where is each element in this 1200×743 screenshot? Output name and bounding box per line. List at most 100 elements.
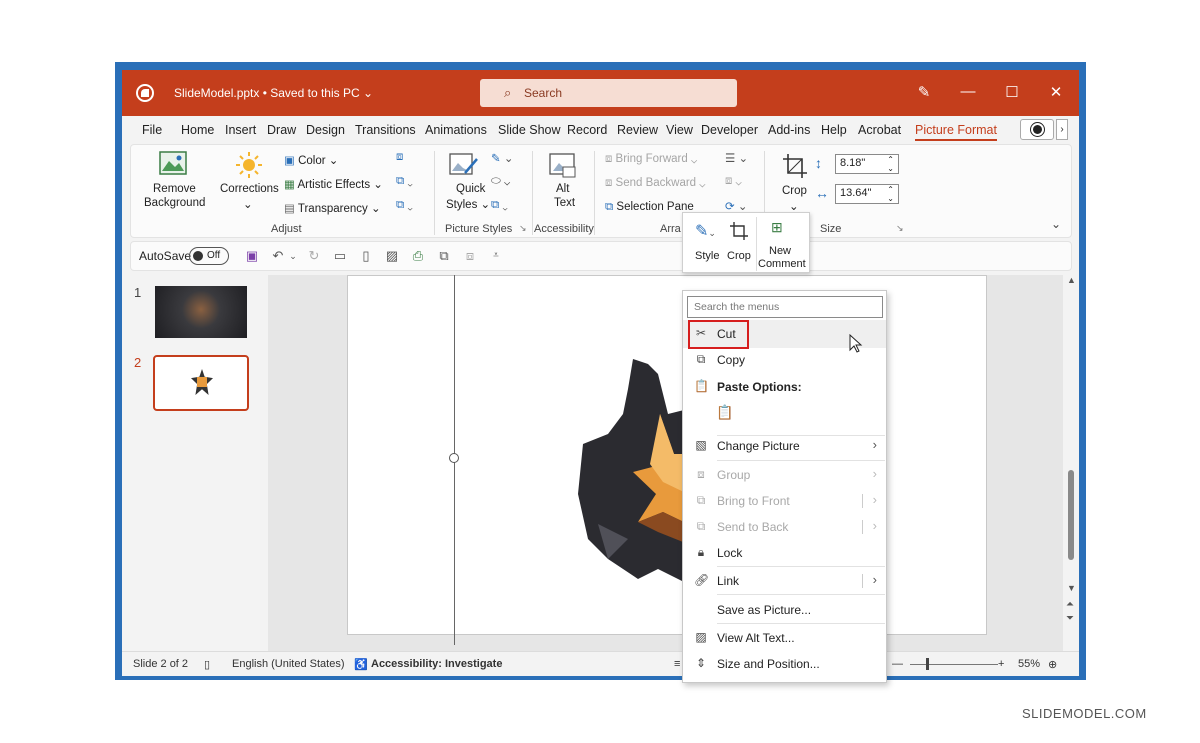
new-comment-icon[interactable]: ⊞ bbox=[771, 219, 783, 236]
tab-draw[interactable]: Draw bbox=[267, 123, 296, 137]
style-icon[interactable]: ✎⌄ bbox=[695, 221, 716, 241]
language-status[interactable]: English (United States) bbox=[232, 658, 345, 670]
alt-text-label-1[interactable]: Alt bbox=[556, 183, 569, 195]
minimize-button[interactable]: — bbox=[958, 83, 978, 100]
crop-icon[interactable] bbox=[729, 221, 749, 241]
menu-item-lock[interactable]: 🔒︎ Lock bbox=[682, 540, 885, 566]
align-icon[interactable]: ☰ ⌄ bbox=[725, 151, 748, 165]
zoom-slider[interactable] bbox=[910, 664, 998, 665]
picture-effects-icon[interactable]: ⬭ ⌄ bbox=[491, 175, 510, 188]
send-backward-button[interactable]: ⧈ Send Backward ⌄ bbox=[605, 177, 705, 190]
menu-item-send-to-back[interactable]: ⧉ Send to Back › bbox=[682, 514, 885, 540]
record-button[interactable] bbox=[1020, 119, 1054, 140]
zoom-in-button[interactable]: + bbox=[998, 658, 1004, 670]
accessibility-status[interactable]: Accessibility: Investigate bbox=[371, 658, 502, 670]
zoom-slider-thumb[interactable] bbox=[926, 658, 929, 670]
menu-item-group[interactable]: ⧈ Group › bbox=[682, 462, 885, 488]
crop-button[interactable]: Crop bbox=[727, 250, 751, 262]
search-box[interactable]: ⌕ Search bbox=[480, 79, 737, 107]
tab-record[interactable]: Record bbox=[567, 123, 607, 137]
new-document-icon[interactable]: ▯ bbox=[359, 249, 373, 263]
tab-view[interactable]: View bbox=[666, 123, 693, 137]
tab-home[interactable]: Home bbox=[181, 123, 214, 137]
picture-layout-icon[interactable]: ⧉ ⌄ bbox=[491, 199, 508, 212]
undo-icon[interactable]: ↶ bbox=[271, 249, 285, 263]
zoom-out-button[interactable]: — bbox=[892, 658, 903, 670]
scroll-up-icon[interactable]: ▲ bbox=[1067, 275, 1076, 285]
star-picture[interactable] bbox=[578, 354, 688, 584]
tab-help[interactable]: Help bbox=[821, 123, 847, 137]
menu-item-link[interactable]: 🔗︎ Link › bbox=[682, 568, 885, 594]
corrections-button[interactable]: Corrections bbox=[220, 183, 279, 195]
maximize-button[interactable]: ☐ bbox=[1002, 83, 1022, 101]
menu-item-size-and-position[interactable]: ⇕ Size and Position... bbox=[682, 651, 885, 677]
zoom-level[interactable]: 55% bbox=[1018, 658, 1040, 670]
autosave-toggle[interactable]: Off bbox=[189, 247, 229, 265]
insert-picture-icon[interactable]: ▨ bbox=[385, 249, 399, 263]
alt-text-label-2[interactable]: Text bbox=[554, 197, 575, 209]
save-icon[interactable]: ▣ bbox=[245, 249, 259, 263]
rotate-icon[interactable]: ⟳ ⌄ bbox=[725, 199, 747, 213]
slide-thumbnail-2[interactable] bbox=[153, 355, 249, 411]
new-comment-label-2[interactable]: Comment bbox=[758, 258, 806, 270]
redo-icon[interactable]: ↻ bbox=[307, 249, 321, 263]
reset-picture-icon[interactable]: ⧉ ⌄ bbox=[396, 199, 413, 212]
tab-insert[interactable]: Insert bbox=[225, 123, 256, 137]
tab-acrobat[interactable]: Acrobat bbox=[858, 123, 901, 137]
tabs-scroll-right-button[interactable]: › bbox=[1056, 119, 1068, 140]
scrollbar-thumb[interactable] bbox=[1068, 470, 1074, 560]
slide-thumbnail-1[interactable] bbox=[155, 286, 247, 338]
spelling-check-icon[interactable]: ▯ bbox=[204, 658, 210, 671]
tab-developer[interactable]: Developer bbox=[701, 123, 758, 137]
change-picture-icon[interactable]: ⧉ ⌄ bbox=[396, 175, 413, 188]
designer-icon[interactable]: ✎ bbox=[914, 83, 934, 101]
width-spin-icon[interactable]: ⌃ ⌄ bbox=[887, 185, 894, 203]
tab-add-ins[interactable]: Add-ins bbox=[768, 123, 810, 137]
new-comment-label-1[interactable]: New bbox=[769, 245, 791, 257]
remove-background-button[interactable]: Remove bbox=[153, 183, 196, 195]
undo-dropdown-icon[interactable]: ⌄ bbox=[286, 249, 300, 263]
style-button[interactable]: Style bbox=[695, 250, 719, 262]
bring-forward-button[interactable]: ⧈ Bring Forward ⌄ bbox=[605, 153, 697, 166]
tab-review[interactable]: Review bbox=[617, 123, 658, 137]
tab-animations[interactable]: Animations bbox=[425, 123, 487, 137]
tab-file[interactable]: File bbox=[142, 123, 162, 137]
scroll-down-icon[interactable]: ▼ bbox=[1067, 583, 1076, 593]
vertical-scrollbar[interactable]: ▲ ▼ ⏶ ⏷ bbox=[1063, 275, 1079, 651]
menu-item-save-as-picture[interactable]: Save as Picture... bbox=[682, 597, 885, 623]
collapse-ribbon-icon[interactable]: ⌄ bbox=[1051, 217, 1061, 231]
document-title[interactable]: SlideModel.pptx • Saved to this PC ⌄ bbox=[174, 86, 373, 100]
quick-styles-label-1[interactable]: Quick bbox=[456, 183, 485, 195]
paste-keep-text-only-icon[interactable]: 📋 bbox=[716, 404, 738, 428]
resize-handle-left[interactable] bbox=[449, 453, 459, 463]
open-icon[interactable]: ▭ bbox=[333, 249, 347, 263]
customize-toolbar-icon[interactable]: ⩡ bbox=[489, 249, 503, 263]
menu-item-bring-to-front[interactable]: ⧉ Bring to Front › bbox=[682, 488, 885, 514]
menu-item-change-picture[interactable]: ▧ Change Picture › bbox=[682, 433, 885, 459]
tab-transitions[interactable]: Transitions bbox=[355, 123, 416, 137]
compress-pictures-icon[interactable]: ⧈ bbox=[396, 151, 403, 164]
copy-format-icon[interactable]: ⧈ bbox=[463, 249, 477, 263]
group-objects-icon[interactable]: ⧈ ⌄ bbox=[725, 175, 742, 188]
picture-styles-launcher-icon[interactable]: ↘ bbox=[519, 223, 527, 234]
quick-styles-label-2[interactable]: Styles ⌄ bbox=[446, 197, 490, 211]
menu-item-view-alt-text[interactable]: ▨ View Alt Text... bbox=[682, 625, 885, 651]
artistic-effects-button[interactable]: ▦ Artistic Effects ⌄ bbox=[284, 177, 383, 191]
crop-button[interactable]: Crop bbox=[782, 185, 807, 197]
duplicate-slide-icon[interactable]: ⧉ bbox=[437, 249, 451, 263]
previous-slide-icon[interactable]: ⏶ bbox=[1066, 599, 1074, 610]
tab-slide-show[interactable]: Slide Show bbox=[498, 123, 561, 137]
height-spin-icon[interactable]: ⌃ ⌄ bbox=[887, 155, 894, 173]
shape-width-input[interactable]: 13.64" ⌃ ⌄ bbox=[835, 184, 899, 204]
notes-icon[interactable]: ≡ bbox=[674, 658, 680, 670]
tab-design[interactable]: Design bbox=[306, 123, 345, 137]
tab-picture-format[interactable]: Picture Format bbox=[915, 123, 997, 141]
color-button[interactable]: ▣ Color ⌄ bbox=[284, 153, 338, 167]
selection-pane-button[interactable]: ⧉ Selection Pane bbox=[605, 201, 694, 214]
transparency-button[interactable]: ▤ Transparency ⌄ bbox=[284, 201, 381, 215]
picture-border-icon[interactable]: ✎ ⌄ bbox=[491, 151, 513, 165]
shape-height-input[interactable]: 8.18" ⌃ ⌄ bbox=[835, 154, 899, 174]
close-button[interactable]: ✕ bbox=[1046, 83, 1066, 101]
fit-to-window-icon[interactable]: ⊕ bbox=[1048, 658, 1057, 671]
slide-canvas[interactable] bbox=[347, 275, 987, 635]
